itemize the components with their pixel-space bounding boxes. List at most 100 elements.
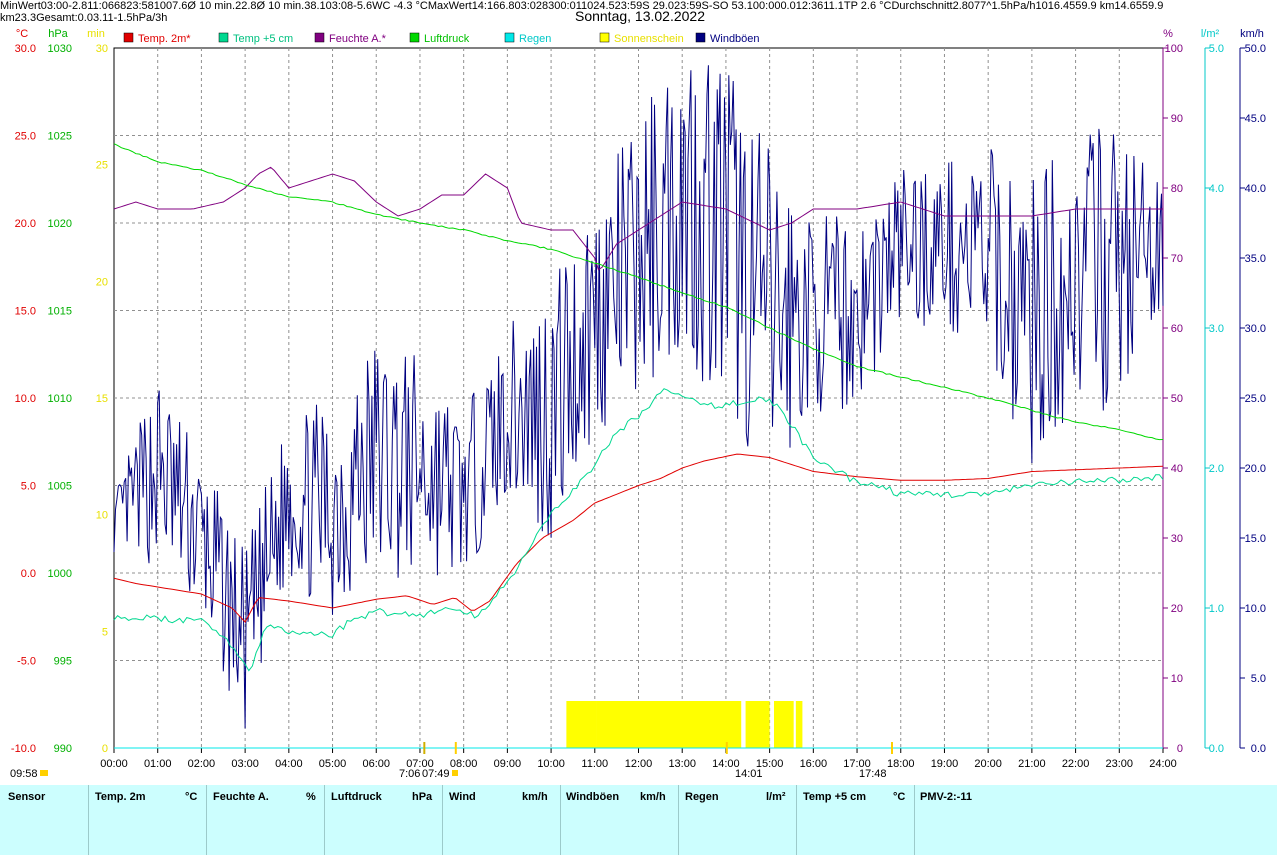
sunrise-time-label: 07:49 xyxy=(422,768,450,780)
x-tick-label: 06:00 xyxy=(362,758,390,770)
x-tick-label: 11:00 xyxy=(581,758,608,770)
header-humidity-unit: % xyxy=(306,791,316,803)
weather-chart: Sonntag, 13.02.2022 Temp. 2m* Temp +5 cm F… xyxy=(10,8,1266,780)
temp-tick-label: 30.0 xyxy=(15,43,36,55)
x-tick-label: 08:00 xyxy=(450,758,478,770)
temp-tick-label: 20.0 xyxy=(15,218,36,230)
moon-marker xyxy=(40,770,48,776)
wind-tick-label: 5.0 xyxy=(1251,673,1266,685)
pressure-tick-label: 1025 xyxy=(48,131,72,143)
rain-tick-label: 1.0 xyxy=(1209,603,1224,615)
humidity-tick-label: 100 xyxy=(1165,43,1183,55)
header-wind-unit: km/h xyxy=(522,791,548,803)
rain-tick-label: 3.0 xyxy=(1209,323,1224,335)
humidity-tick-label: 90 xyxy=(1171,113,1183,125)
sunset-label: 17:48 xyxy=(859,768,887,780)
sunshine-bar xyxy=(773,701,794,748)
sunshine-bar xyxy=(745,701,770,748)
wind-tick-label: 25.0 xyxy=(1245,393,1266,405)
temp-tick-label: 10.0 xyxy=(15,393,36,405)
legend-swatch xyxy=(599,32,610,43)
temp-unit: °C xyxy=(16,28,28,40)
x-tick-label: 24:00 xyxy=(1149,758,1177,770)
legend-label: Temp. 2m* xyxy=(138,33,191,45)
x-tick-label: 18:00 xyxy=(887,758,915,770)
sunshine-tick-label: 10 xyxy=(96,510,108,522)
legend-label: Luftdruck xyxy=(424,33,470,45)
sunshine-bar xyxy=(566,701,597,748)
x-tick-label: 21:00 xyxy=(1018,758,1046,770)
header-gust: Windböen xyxy=(566,791,620,803)
wind-unit: km/h xyxy=(1240,28,1264,40)
header-sensor: Sensor xyxy=(8,791,46,803)
pressure-tick-label: 1005 xyxy=(48,481,72,493)
sunshine-tick-label: 5 xyxy=(102,626,108,638)
x-tick-label: 16:00 xyxy=(800,758,828,770)
sunshine-bar xyxy=(795,701,803,748)
x-tick-label: 23:00 xyxy=(1106,758,1134,770)
legend-label: Feuchte A.* xyxy=(329,33,387,45)
pressure-tick-label: 1020 xyxy=(48,218,72,230)
legend-swatch xyxy=(695,32,706,43)
grid xyxy=(113,47,1164,749)
hum-unit: % xyxy=(1163,28,1173,40)
temp-tick-label: -5.0 xyxy=(17,656,36,668)
legend-swatch xyxy=(409,32,420,43)
min-unit: min xyxy=(87,28,105,40)
pressure-tick-label: 995 xyxy=(54,656,72,668)
rain-tick-label: 0.0 xyxy=(1209,743,1224,755)
wind-tick-label: 10.0 xyxy=(1245,603,1266,615)
moonset-label: 09:58 xyxy=(10,768,38,780)
header-rain-unit: l/m² xyxy=(766,791,786,803)
sunshine-tick-label: 25 xyxy=(96,160,108,172)
humidity-tick-label: 30 xyxy=(1171,533,1183,545)
chart-legend: Temp. 2m* Temp +5 cm Feuchte A.* Luftdruck R… xyxy=(123,32,760,45)
legend-label: Sonnenschein xyxy=(614,33,684,45)
temp-tick-label: 25.0 xyxy=(15,131,36,143)
temp-tick-label: 15.0 xyxy=(15,306,36,318)
x-tick-label: 05:00 xyxy=(319,758,347,770)
legend-label: Windböen xyxy=(710,33,760,45)
sunrise-label: 7:06 xyxy=(399,768,420,780)
header-temp: Temp. 2m xyxy=(95,791,146,803)
wind-tick-label: 15.0 xyxy=(1245,533,1266,545)
legend-label: Temp +5 cm xyxy=(233,33,293,45)
header-wind: Wind xyxy=(449,791,476,803)
header-humidity: Feuchte A. xyxy=(213,791,269,803)
series xyxy=(113,65,1164,749)
rain-unit: l/m² xyxy=(1201,28,1220,40)
legend-label: Regen xyxy=(519,33,551,45)
wind-tick-label: 45.0 xyxy=(1245,113,1266,125)
wind-tick-label: 50.0 xyxy=(1245,43,1266,55)
sunshine-tick-label: 20 xyxy=(96,276,108,288)
wind-tick-label: 0.0 xyxy=(1251,743,1266,755)
x-tick-label: 03:00 xyxy=(231,758,259,770)
humidity-tick-label: 10 xyxy=(1171,673,1183,685)
sun-marker xyxy=(452,770,458,776)
chart-title: Sonntag, 13.02.2022 xyxy=(575,8,705,24)
header-temp5-unit: °C xyxy=(893,791,906,803)
humidity-tick-label: 50 xyxy=(1171,393,1183,405)
header-pmv: PMV-2:-11 xyxy=(920,791,972,803)
sunshine-tick-label: 30 xyxy=(96,43,108,55)
temp-tick-label: 5.0 xyxy=(21,481,36,493)
humidity-tick-label: 0 xyxy=(1177,743,1183,755)
wind-tick-label: 40.0 xyxy=(1245,183,1266,195)
x-tick-label: 22:00 xyxy=(1062,758,1090,770)
humidity-tick-label: 40 xyxy=(1171,463,1183,475)
humidity-tick-label: 60 xyxy=(1171,323,1183,335)
press-unit: hPa xyxy=(48,28,68,40)
rain-tick-label: 5.0 xyxy=(1209,43,1224,55)
rain-tick-label: 4.0 xyxy=(1209,183,1224,195)
header-pressure-unit: hPa xyxy=(412,791,433,803)
header-rain: Regen xyxy=(685,791,719,803)
x-tick-label: 12:00 xyxy=(625,758,653,770)
x-tick-label: 09:00 xyxy=(494,758,522,770)
legend-swatch xyxy=(314,32,325,43)
x-tick-label: 04:00 xyxy=(275,758,303,770)
legend-swatch xyxy=(123,32,134,43)
sunshine-bar xyxy=(596,701,742,748)
x-tick-label: 02:00 xyxy=(188,758,216,770)
x-tick-label: 01:00 xyxy=(144,758,172,770)
legend-swatch xyxy=(504,32,515,43)
